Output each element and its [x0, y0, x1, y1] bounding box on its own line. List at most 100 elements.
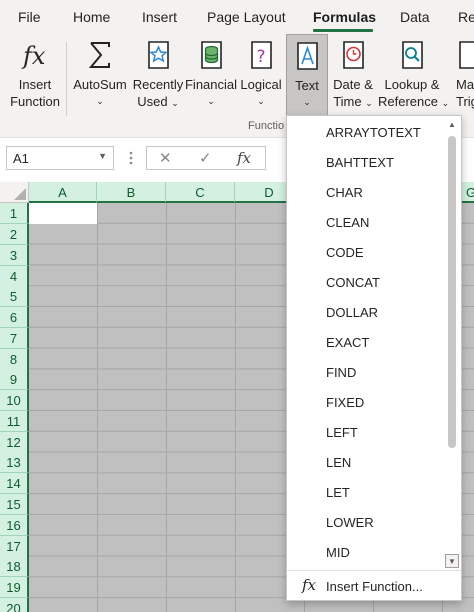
coins-book-icon — [201, 41, 222, 69]
row-header[interactable]: 11 — [0, 411, 29, 432]
function-library-group-label: Functio — [248, 120, 285, 132]
active-cell-a1[interactable] — [29, 203, 97, 224]
enter-icon[interactable]: ✓ — [199, 149, 212, 167]
autosum-label: AutoSum — [73, 77, 127, 92]
date-time-label-2: Time — [333, 94, 362, 109]
row-header[interactable]: 7 — [0, 328, 29, 349]
recently-used-button[interactable]: Recently Used ⌄ — [132, 34, 184, 120]
row-header[interactable]: 20 — [0, 598, 29, 612]
row-header[interactable]: 12 — [0, 432, 29, 453]
magnifier-book-icon — [402, 41, 423, 69]
row-header[interactable]: 8 — [0, 349, 29, 370]
svg-text:?: ? — [257, 47, 266, 67]
more-options-icon[interactable] — [124, 149, 138, 167]
menu-scrollbar[interactable]: ▲ ▼ — [445, 118, 459, 568]
row-header[interactable]: 4 — [0, 266, 29, 287]
star-book-icon — [148, 41, 169, 69]
chevron-down-icon[interactable]: ▼ — [98, 151, 107, 161]
menu-item-mid[interactable]: MID — [287, 538, 445, 568]
lookup-reference-label-2: Reference — [378, 94, 438, 109]
scrollbar-thumb[interactable] — [448, 136, 456, 448]
row-header[interactable]: 13 — [0, 452, 29, 473]
insert-function-icon[interactable]: fx — [237, 149, 251, 167]
chevron-down-icon: ⌄ — [207, 96, 215, 106]
insert-function-menu-item[interactable]: fx Insert Function... — [287, 572, 461, 600]
logical-label: Logical — [240, 77, 282, 92]
row-header[interactable]: 16 — [0, 515, 29, 536]
row-header[interactable]: 6 — [0, 307, 29, 328]
tab-home[interactable]: Home — [73, 9, 110, 25]
menu-item-left[interactable]: LEFT — [287, 418, 445, 448]
math-trig-label-1: Mat — [456, 77, 474, 92]
menu-item-find[interactable]: FIND — [287, 358, 445, 388]
menu-item-concat[interactable]: CONCAT — [287, 268, 445, 298]
cancel-icon[interactable]: ✕ — [159, 149, 172, 167]
tab-insert[interactable]: Insert — [142, 9, 177, 25]
column-header-b[interactable]: B — [97, 182, 166, 203]
row-header[interactable]: 19 — [0, 577, 29, 598]
menu-item-fixed[interactable]: FIXED — [287, 388, 445, 418]
lookup-reference-button[interactable]: Lookup & Reference ⌄ — [378, 34, 449, 120]
row-header[interactable]: 10 — [0, 390, 29, 411]
lookup-reference-label-1: Lookup & — [384, 77, 440, 92]
chevron-down-icon: ⌄ — [96, 96, 104, 106]
math-trig-label-2: Trig — [456, 94, 474, 109]
menu-item-arraytotext[interactable]: ARRAYTOTEXT — [287, 118, 445, 148]
financial-button[interactable]: Financial ⌄ — [184, 34, 238, 120]
row-header[interactable]: 3 — [0, 245, 29, 266]
insert-function-button[interactable]: fx Insert Function — [6, 34, 64, 120]
select-all-icon — [14, 188, 26, 200]
fx-icon: fx — [302, 576, 317, 594]
menu-item-bahttext[interactable]: BAHTTEXT — [287, 148, 445, 178]
math-book-icon — [459, 41, 474, 69]
autosum-button[interactable]: AutoSum ⌄ — [70, 34, 130, 120]
menu-item-let[interactable]: LET — [287, 478, 445, 508]
text-functions-list: ARRAYTOTEXT BAHTTEXT CHAR CLEAN CODE CON… — [287, 118, 445, 568]
math-trig-button[interactable]: Mat Trig — [448, 34, 474, 120]
fx-icon: fx — [21, 42, 46, 70]
column-header-a[interactable]: A — [29, 182, 97, 203]
row-header[interactable]: 18 — [0, 556, 29, 577]
text-button[interactable]: Text ⌄ — [286, 34, 328, 120]
tab-file[interactable]: File — [18, 9, 41, 25]
menu-divider — [287, 570, 461, 571]
insert-function-label-2: Function — [10, 94, 60, 109]
menu-item-dollar[interactable]: DOLLAR — [287, 298, 445, 328]
select-all-corner[interactable] — [0, 182, 29, 203]
row-header[interactable]: 9 — [0, 369, 29, 390]
menu-item-code[interactable]: CODE — [287, 238, 445, 268]
logical-button[interactable]: ? Logical ⌄ — [238, 34, 284, 120]
name-box[interactable]: A1 ▼ — [6, 146, 114, 170]
column-header-c[interactable]: C — [166, 182, 235, 203]
sigma-icon — [88, 42, 110, 68]
date-time-button[interactable]: Date & Time ⌄ — [329, 34, 377, 120]
insert-function-label-1: Insert — [18, 77, 52, 92]
clock-book-icon — [343, 41, 364, 69]
active-tab-underline — [313, 29, 373, 32]
menu-item-exact[interactable]: EXACT — [287, 328, 445, 358]
scroll-up-icon[interactable]: ▲ — [445, 118, 459, 132]
tab-page-layout[interactable]: Page Layout — [207, 9, 286, 25]
menu-item-lower[interactable]: LOWER — [287, 508, 445, 538]
row-header[interactable]: 1 — [0, 203, 29, 224]
row-header[interactable]: 17 — [0, 536, 29, 557]
ribbon-separator — [66, 42, 67, 116]
scroll-down-icon[interactable]: ▼ — [445, 554, 459, 568]
menu-item-clean[interactable]: CLEAN — [287, 208, 445, 238]
text-functions-menu: ARRAYTOTEXT BAHTTEXT CHAR CLEAN CODE CON… — [286, 115, 462, 601]
menu-item-len[interactable]: LEN — [287, 448, 445, 478]
formula-controls: ✕ ✓ fx — [146, 146, 266, 170]
row-header[interactable]: 15 — [0, 494, 29, 515]
row-header[interactable]: 2 — [0, 224, 29, 245]
row-header[interactable]: 14 — [0, 473, 29, 494]
financial-label: Financial — [184, 77, 238, 92]
tab-review[interactable]: Re — [458, 9, 474, 25]
row-header[interactable]: 5 — [0, 286, 29, 307]
ribbon-tabs: File Home Insert Page Layout Formulas Da… — [0, 0, 474, 34]
recently-used-label-2: Used — [137, 94, 168, 109]
menu-item-char[interactable]: CHAR — [287, 178, 445, 208]
tab-formulas[interactable]: Formulas — [313, 9, 376, 25]
tab-data[interactable]: Data — [400, 9, 430, 25]
chevron-down-icon: ⌄ — [257, 96, 265, 106]
date-time-label-1: Date & — [333, 77, 373, 92]
